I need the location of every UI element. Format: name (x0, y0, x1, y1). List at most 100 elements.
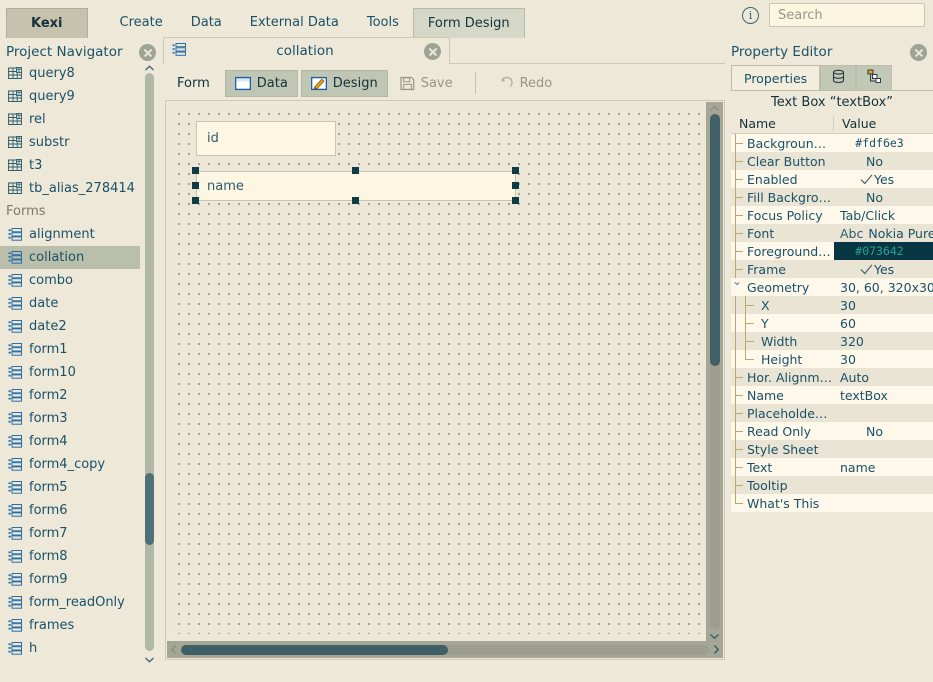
navigator-form-item-form_readOnly[interactable]: form_readOnly (0, 591, 140, 614)
resize-handle-bottom-center[interactable] (352, 197, 359, 204)
resize-handle-middle-left[interactable] (192, 182, 199, 189)
ribbon-tab-external-data[interactable]: External Data (236, 8, 353, 38)
navigator-scrollbar[interactable] (142, 62, 157, 662)
ribbon-tab-create[interactable]: Create (106, 8, 177, 38)
property-row[interactable]: Y60 (731, 314, 933, 332)
resize-handle-top-right[interactable] (512, 167, 519, 174)
property-row[interactable]: Textname (731, 458, 933, 476)
navigator-form-item-form3[interactable]: form3 (0, 407, 140, 430)
canvas-horizontal-scrollbar[interactable] (167, 641, 723, 658)
design-view-button[interactable]: Design (301, 70, 388, 97)
property-value[interactable]: #fdf6e3 (834, 136, 933, 150)
resize-handle-bottom-right[interactable] (512, 197, 519, 204)
property-row[interactable]: Fill Backgro…No (731, 188, 933, 206)
ribbon-tab-form-design[interactable]: Form Design (413, 8, 525, 38)
navigator-form-item-form4_copy[interactable]: form4_copy (0, 453, 140, 476)
form-design-canvas[interactable]: id name (165, 100, 725, 660)
property-row[interactable]: Backgroun…#fdf6e3 (731, 134, 933, 152)
canvas-vertical-scrollbar[interactable] (706, 102, 723, 641)
resize-handle-bottom-left[interactable] (192, 197, 199, 204)
property-row[interactable]: EnabledYes (731, 170, 933, 188)
canvas-scroll-up-icon[interactable] (709, 103, 720, 113)
navigator-form-item-alignment[interactable]: alignment (0, 223, 140, 246)
property-row[interactable]: Height30 (731, 350, 933, 368)
ribbon-tab-tools[interactable]: Tools (353, 8, 413, 38)
navigator-query-item[interactable]: query9 (0, 85, 140, 108)
property-row[interactable]: Focus PolicyTab/Click (731, 206, 933, 224)
property-row[interactable]: Width320 (731, 332, 933, 350)
navigator-form-item-form2[interactable]: form2 (0, 384, 140, 407)
property-row[interactable]: Geometry30, 60, 320x30 (731, 278, 933, 296)
property-row[interactable]: Style Sheet (731, 440, 933, 458)
resize-handle-top-left[interactable] (192, 167, 199, 174)
navigator-form-item-date[interactable]: date (0, 292, 140, 315)
canvas-scroll-left-icon[interactable] (169, 644, 179, 658)
property-value[interactable]: Yes (834, 172, 933, 187)
navigator-form-item-date2[interactable]: date2 (0, 315, 140, 338)
property-value[interactable]: textBox (834, 388, 933, 403)
navigator-form-item-form5[interactable]: form5 (0, 476, 140, 499)
navigator-form-item-partial[interactable]: h (0, 637, 140, 660)
property-value[interactable]: No (834, 190, 933, 205)
navigator-query-item[interactable]: substr (0, 131, 140, 154)
property-value[interactable]: Tab/Click (834, 208, 933, 223)
navigator-form-item-form7[interactable]: form7 (0, 522, 140, 545)
ribbon-tab-kexi[interactable]: Kexi (6, 8, 88, 38)
property-row[interactable]: X30 (731, 296, 933, 314)
property-value[interactable]: name (834, 460, 933, 475)
canvas-scroll-right-icon[interactable] (711, 644, 721, 658)
canvas-scroll-down-icon[interactable] (709, 630, 720, 640)
property-row[interactable]: What's This (731, 494, 933, 512)
property-value[interactable]: No (834, 154, 933, 169)
navigator-form-item-form4[interactable]: form4 (0, 430, 140, 453)
navigator-scroll-thumb[interactable] (145, 473, 154, 545)
navigator-form-item-combo[interactable]: combo (0, 269, 140, 292)
scroll-up-icon[interactable] (144, 62, 155, 71)
navigator-form-item-frames[interactable]: frames (0, 614, 140, 637)
navigator-form-item-form10[interactable]: form10 (0, 361, 140, 384)
ribbon-tab-data[interactable]: Data (177, 8, 236, 38)
canvas-vscroll-trough[interactable] (710, 114, 720, 629)
property-row[interactable]: Foreground…#073642 (731, 242, 933, 260)
property-value[interactable]: Auto (834, 370, 933, 385)
tab-widgets-tree[interactable] (856, 65, 892, 90)
navigator-scroll-trough[interactable] (145, 73, 154, 651)
canvas-hscroll-thumb[interactable] (181, 645, 448, 655)
tab-data-source[interactable] (820, 65, 856, 90)
property-value[interactable]: Yes (834, 262, 933, 277)
property-row[interactable]: NametextBox (731, 386, 933, 404)
property-row[interactable]: Read OnlyNo (731, 422, 933, 440)
property-row[interactable]: Hor. Alignm…Auto (731, 368, 933, 386)
project-navigator-list[interactable]: query8query9relsubstrt3tb_alias_278414Fo… (0, 62, 160, 662)
navigator-query-item[interactable]: rel (0, 108, 140, 131)
property-value[interactable]: 30, 60, 320x30 (834, 280, 933, 295)
scroll-down-icon[interactable] (144, 653, 155, 662)
navigator-form-item-form1[interactable]: form1 (0, 338, 140, 361)
property-value[interactable]: 30 (834, 352, 933, 367)
property-row[interactable]: Clear ButtonNo (731, 152, 933, 170)
navigator-form-item-form8[interactable]: form8 (0, 545, 140, 568)
navigator-query-item[interactable]: query8 (0, 62, 140, 85)
data-view-button[interactable]: Data (225, 70, 298, 97)
tab-properties[interactable]: Properties (731, 65, 820, 90)
property-value[interactable]: 30 (834, 298, 933, 313)
property-value[interactable]: AbcNokia Pure Tex (834, 226, 933, 241)
redo-button[interactable]: Redo (489, 70, 562, 97)
close-icon[interactable] (139, 44, 156, 61)
navigator-query-item[interactable]: tb_alias_278414 (0, 177, 140, 200)
search-input[interactable] (769, 3, 925, 27)
close-icon[interactable] (424, 43, 441, 60)
save-button[interactable]: Save (391, 70, 462, 97)
navigator-form-item-collation[interactable]: collation (0, 246, 140, 269)
navigator-query-item[interactable]: t3 (0, 154, 140, 177)
property-row[interactable]: Placeholde… (731, 404, 933, 422)
property-value[interactable]: No (834, 424, 933, 439)
property-value[interactable]: #073642 (834, 242, 933, 260)
resize-handle-middle-right[interactable] (512, 182, 519, 189)
property-table-rows[interactable]: Backgroun…#fdf6e3Clear ButtonNoEnabledYe… (731, 134, 933, 512)
document-tab-collation[interactable]: collation (163, 37, 450, 64)
canvas-hscroll-trough[interactable] (181, 645, 709, 655)
property-row[interactable]: FontAbcNokia Pure Tex (731, 224, 933, 242)
close-icon[interactable] (910, 44, 927, 61)
tree-expander-icon[interactable] (731, 278, 747, 296)
